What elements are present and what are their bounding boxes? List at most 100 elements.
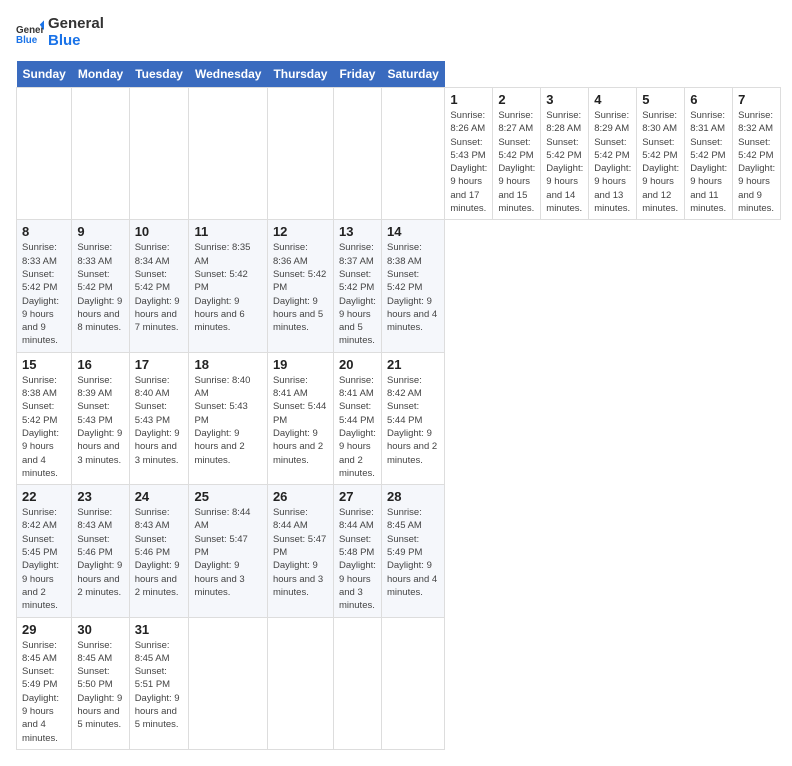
calendar-cell: 7 Sunrise: 8:32 AMSunset: 5:42 PMDaylight… [733, 88, 781, 220]
day-info: Sunrise: 8:40 AMSunset: 5:43 PMDaylight:… [135, 374, 184, 467]
weekday-header-row: SundayMondayTuesdayWednesdayThursdayFrid… [17, 61, 781, 88]
logo-icon: General Blue [16, 19, 44, 47]
calendar-week-1: 1 Sunrise: 8:26 AMSunset: 5:43 PMDaylight… [17, 88, 781, 220]
day-number: 24 [135, 489, 184, 504]
weekday-header-wednesday: Wednesday [189, 61, 267, 88]
day-info: Sunrise: 8:32 AMSunset: 5:42 PMDaylight:… [738, 109, 775, 215]
calendar-cell: 9 Sunrise: 8:33 AMSunset: 5:42 PMDaylight… [72, 220, 129, 352]
calendar-cell [333, 617, 381, 749]
calendar-cell: 2 Sunrise: 8:27 AMSunset: 5:42 PMDaylight… [493, 88, 541, 220]
calendar-cell [333, 88, 381, 220]
day-number: 17 [135, 357, 184, 372]
calendar-cell [72, 88, 129, 220]
calendar-cell: 16Sunrise: 8:39 AMSunset: 5:43 PMDayligh… [72, 352, 129, 484]
day-info: Sunrise: 8:44 AMSunset: 5:48 PMDaylight:… [339, 506, 376, 612]
day-number: 25 [194, 489, 261, 504]
day-info: Sunrise: 8:28 AMSunset: 5:42 PMDaylight:… [546, 109, 583, 215]
day-info: Sunrise: 8:38 AMSunset: 5:42 PMDaylight:… [22, 374, 66, 480]
calendar-cell: 12 Sunrise: 8:36 AMSunset: 5:42 PMDayligh… [267, 220, 333, 352]
day-number: 8 [22, 224, 66, 239]
day-number: 11 [194, 224, 261, 239]
calendar-cell: 28Sunrise: 8:45 AMSunset: 5:49 PMDayligh… [381, 485, 444, 617]
day-info: Sunrise: 8:41 AMSunset: 5:44 PMDaylight:… [273, 374, 328, 467]
day-number: 30 [77, 622, 123, 637]
day-info: Sunrise: 8:27 AMSunset: 5:42 PMDaylight:… [498, 109, 535, 215]
day-number: 31 [135, 622, 184, 637]
svg-text:Blue: Blue [16, 34, 38, 45]
day-info: Sunrise: 8:43 AMSunset: 5:46 PMDaylight:… [77, 506, 123, 599]
calendar-cell: 11 Sunrise: 8:35 AMSunset: 5:42 PMDayligh… [189, 220, 267, 352]
day-number: 2 [498, 92, 535, 107]
calendar-cell [189, 617, 267, 749]
calendar-cell: 27Sunrise: 8:44 AMSunset: 5:48 PMDayligh… [333, 485, 381, 617]
day-number: 13 [339, 224, 376, 239]
calendar-cell: 30 Sunrise: 8:45 AMSunset: 5:50 PMDayligh… [72, 617, 129, 749]
header: General Blue General Blue [16, 16, 776, 49]
calendar-cell [129, 88, 189, 220]
calendar-cell: 18 Sunrise: 8:40 AMSunset: 5:43 PMDayligh… [189, 352, 267, 484]
calendar-cell [381, 88, 444, 220]
day-info: Sunrise: 8:31 AMSunset: 5:42 PMDaylight:… [690, 109, 727, 215]
day-info: Sunrise: 8:44 AMSunset: 5:47 PMDaylight:… [194, 506, 261, 599]
calendar-cell: 17 Sunrise: 8:40 AMSunset: 5:43 PMDayligh… [129, 352, 189, 484]
calendar-cell [17, 88, 72, 220]
calendar-cell: 13 Sunrise: 8:37 AMSunset: 5:42 PMDayligh… [333, 220, 381, 352]
day-info: Sunrise: 8:30 AMSunset: 5:42 PMDaylight:… [642, 109, 679, 215]
day-info: Sunrise: 8:42 AMSunset: 5:44 PMDaylight:… [387, 374, 439, 467]
calendar-cell: 24 Sunrise: 8:43 AMSunset: 5:46 PMDayligh… [129, 485, 189, 617]
day-info: Sunrise: 8:45 AMSunset: 5:49 PMDaylight:… [387, 506, 439, 599]
day-info: Sunrise: 8:29 AMSunset: 5:42 PMDaylight:… [594, 109, 631, 215]
day-info: Sunrise: 8:33 AMSunset: 5:42 PMDaylight:… [77, 241, 123, 334]
calendar-week-3: 15Sunrise: 8:38 AMSunset: 5:42 PMDayligh… [17, 352, 781, 484]
day-number: 7 [738, 92, 775, 107]
day-number: 10 [135, 224, 184, 239]
day-info: Sunrise: 8:36 AMSunset: 5:42 PMDaylight:… [273, 241, 328, 334]
weekday-header-thursday: Thursday [267, 61, 333, 88]
day-number: 22 [22, 489, 66, 504]
weekday-header-friday: Friday [333, 61, 381, 88]
calendar-table: SundayMondayTuesdayWednesdayThursdayFrid… [16, 61, 781, 750]
calendar-week-2: 8 Sunrise: 8:33 AMSunset: 5:42 PMDaylight… [17, 220, 781, 352]
day-info: Sunrise: 8:26 AMSunset: 5:43 PMDaylight:… [450, 109, 487, 215]
day-info: Sunrise: 8:39 AMSunset: 5:43 PMDaylight:… [77, 374, 123, 467]
day-info: Sunrise: 8:40 AMSunset: 5:43 PMDaylight:… [194, 374, 261, 467]
calendar-cell [381, 617, 444, 749]
logo: General Blue General Blue [16, 16, 104, 49]
calendar-cell [267, 617, 333, 749]
day-number: 3 [546, 92, 583, 107]
weekday-header-tuesday: Tuesday [129, 61, 189, 88]
calendar-cell [267, 88, 333, 220]
day-number: 12 [273, 224, 328, 239]
day-number: 26 [273, 489, 328, 504]
calendar-cell: 3 Sunrise: 8:28 AMSunset: 5:42 PMDaylight… [541, 88, 589, 220]
day-number: 18 [194, 357, 261, 372]
day-info: Sunrise: 8:45 AMSunset: 5:50 PMDaylight:… [77, 639, 123, 732]
day-info: Sunrise: 8:34 AMSunset: 5:42 PMDaylight:… [135, 241, 184, 334]
calendar-cell: 15Sunrise: 8:38 AMSunset: 5:42 PMDayligh… [17, 352, 72, 484]
calendar-cell: 31 Sunrise: 8:45 AMSunset: 5:51 PMDayligh… [129, 617, 189, 749]
day-number: 1 [450, 92, 487, 107]
weekday-header-saturday: Saturday [381, 61, 444, 88]
day-info: Sunrise: 8:42 AMSunset: 5:45 PMDaylight:… [22, 506, 66, 612]
day-info: Sunrise: 8:43 AMSunset: 5:46 PMDaylight:… [135, 506, 184, 599]
day-number: 14 [387, 224, 439, 239]
day-info: Sunrise: 8:44 AMSunset: 5:47 PMDaylight:… [273, 506, 328, 599]
day-info: Sunrise: 8:37 AMSunset: 5:42 PMDaylight:… [339, 241, 376, 347]
calendar-week-4: 22 Sunrise: 8:42 AMSunset: 5:45 PMDayligh… [17, 485, 781, 617]
day-number: 9 [77, 224, 123, 239]
day-info: Sunrise: 8:45 AMSunset: 5:49 PMDaylight:… [22, 639, 66, 745]
calendar-cell: 14Sunrise: 8:38 AMSunset: 5:42 PMDayligh… [381, 220, 444, 352]
day-info: Sunrise: 8:41 AMSunset: 5:44 PMDaylight:… [339, 374, 376, 480]
day-number: 29 [22, 622, 66, 637]
weekday-header-sunday: Sunday [17, 61, 72, 88]
day-number: 5 [642, 92, 679, 107]
day-info: Sunrise: 8:45 AMSunset: 5:51 PMDaylight:… [135, 639, 184, 732]
day-number: 23 [77, 489, 123, 504]
calendar-cell: 20Sunrise: 8:41 AMSunset: 5:44 PMDayligh… [333, 352, 381, 484]
calendar-cell: 1 Sunrise: 8:26 AMSunset: 5:43 PMDaylight… [445, 88, 493, 220]
calendar-cell: 6 Sunrise: 8:31 AMSunset: 5:42 PMDaylight… [685, 88, 733, 220]
calendar-cell: 21Sunrise: 8:42 AMSunset: 5:44 PMDayligh… [381, 352, 444, 484]
day-number: 6 [690, 92, 727, 107]
calendar-cell [189, 88, 267, 220]
day-info: Sunrise: 8:35 AMSunset: 5:42 PMDaylight:… [194, 241, 261, 334]
